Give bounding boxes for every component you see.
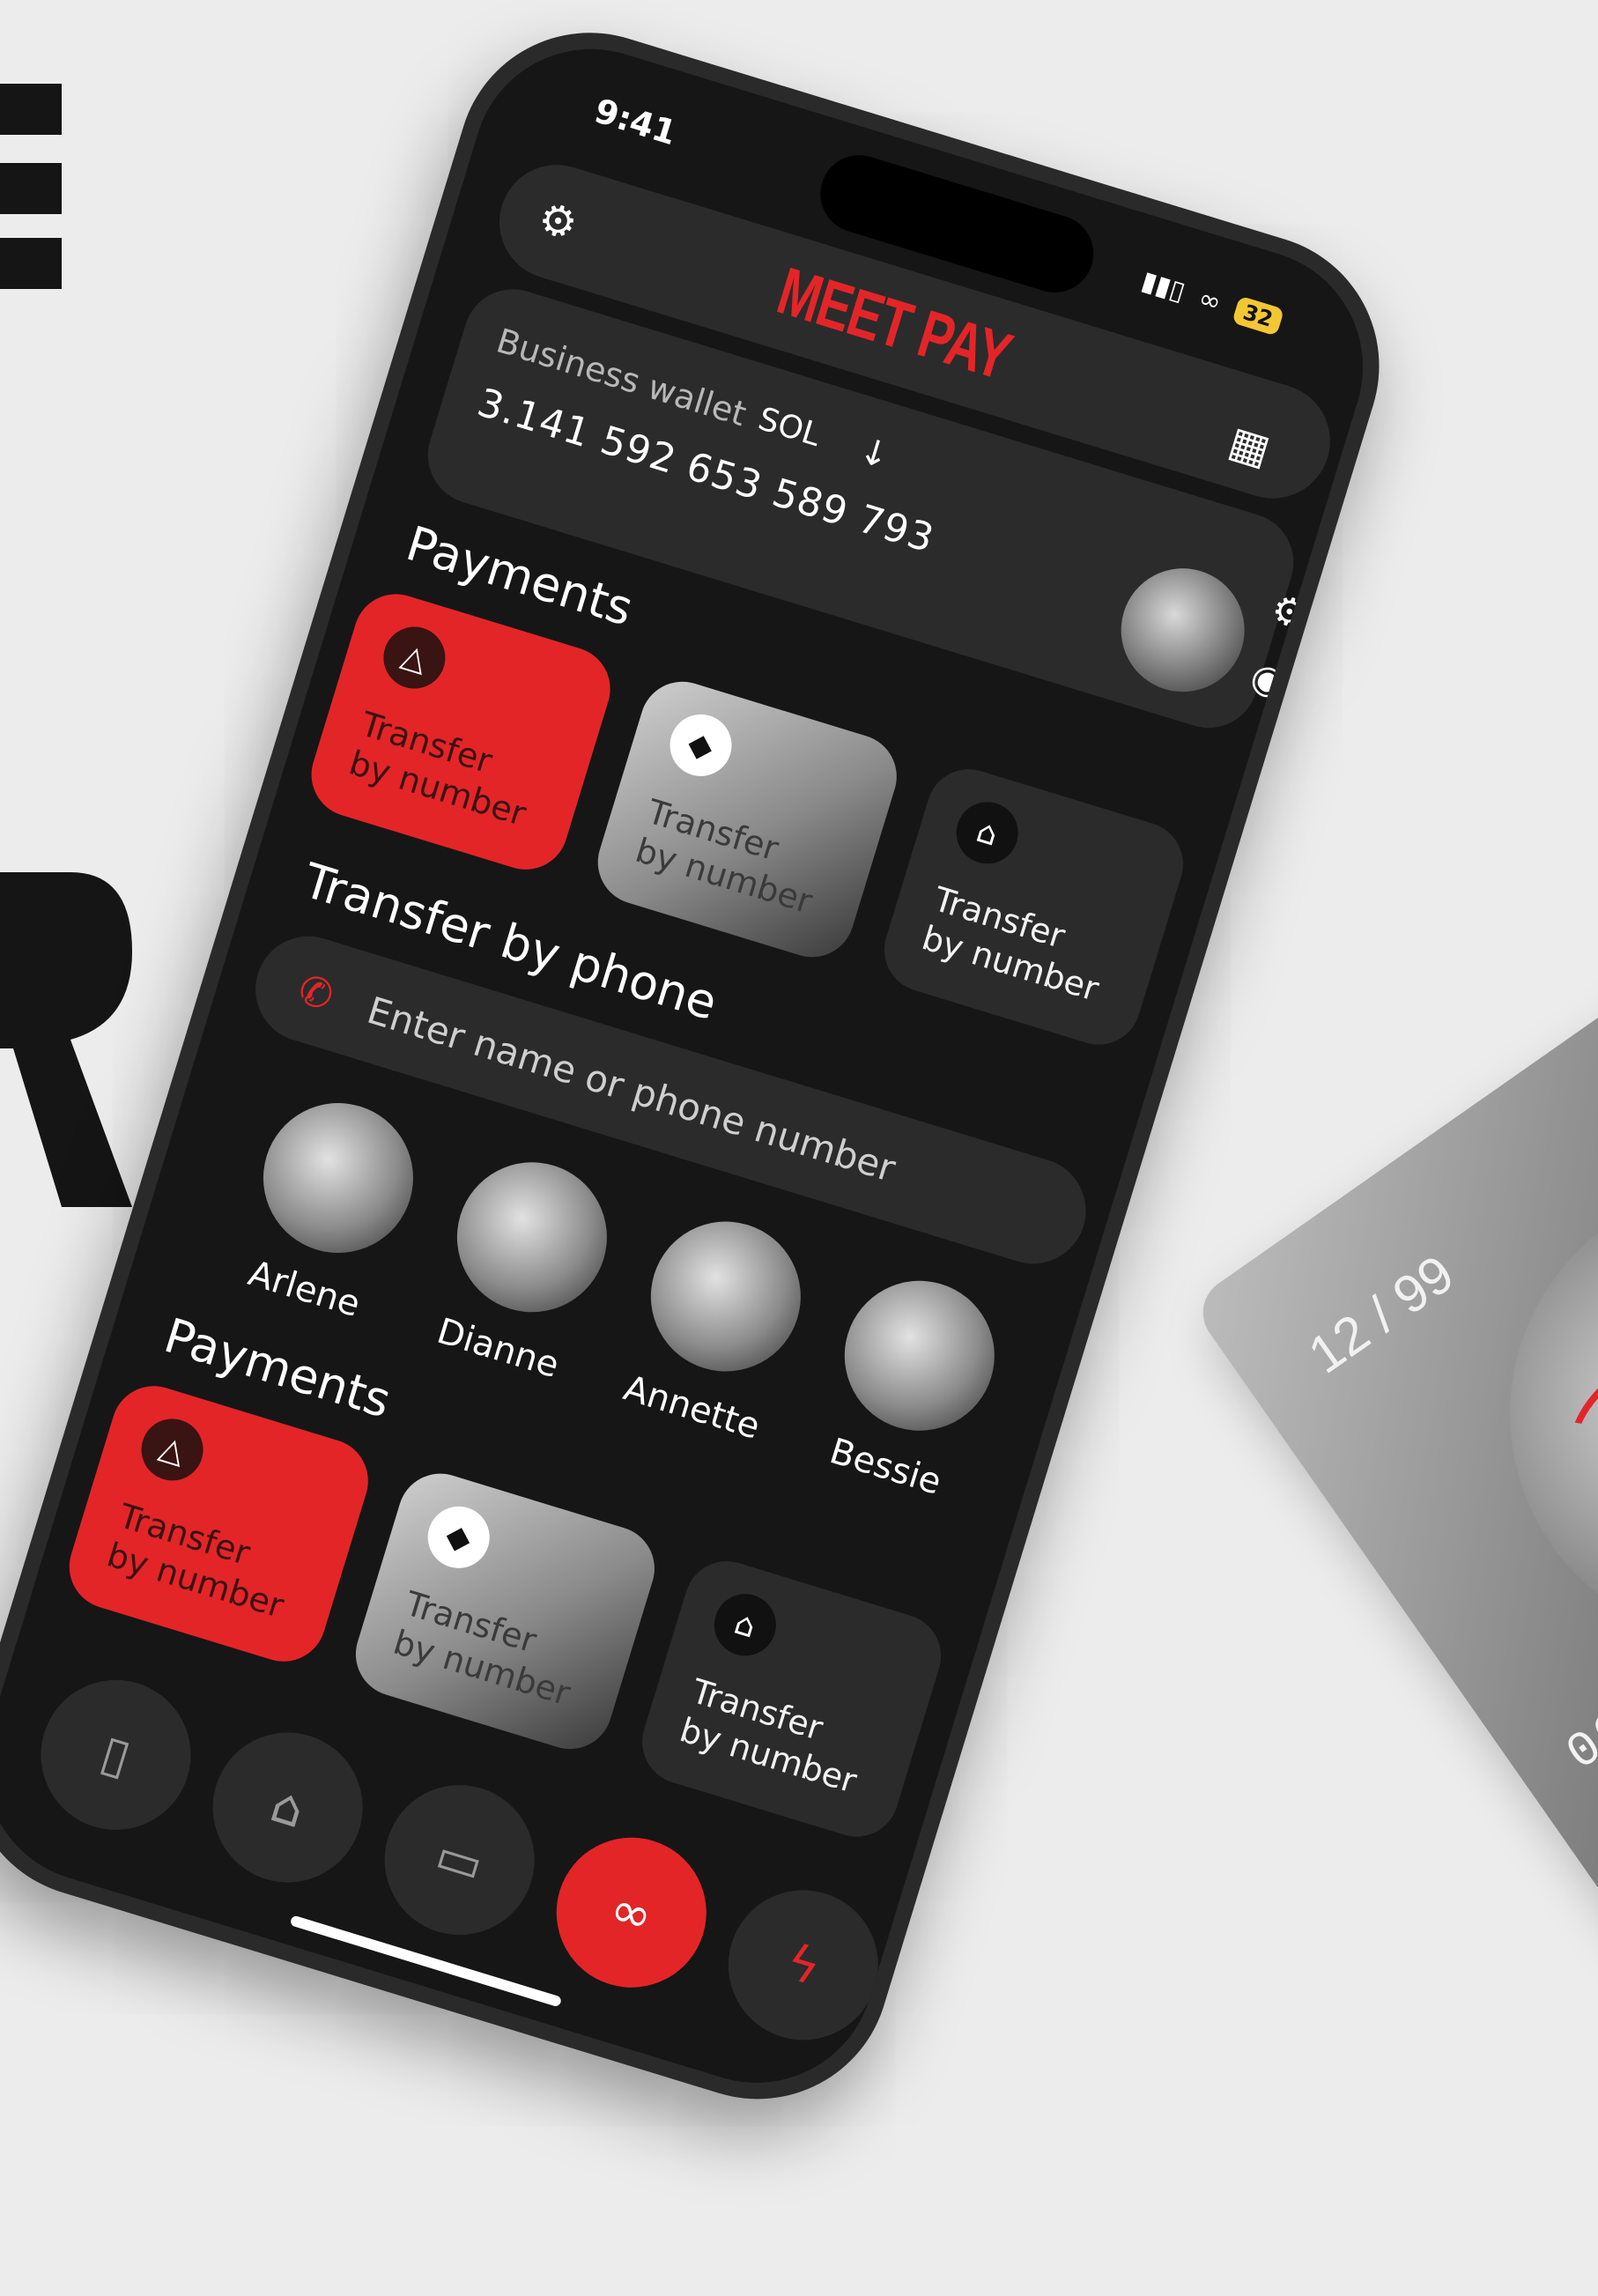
triangle-icon: △ — [133, 1411, 211, 1489]
contact-name: Bessie — [825, 1431, 946, 1503]
battery-icon: 32 — [1231, 294, 1285, 337]
circle-icon: ○ — [993, 1673, 1070, 1752]
bag-icon: ⌂ — [948, 794, 1026, 872]
nav-brand-icon[interactable]: ϟ — [709, 1871, 897, 2059]
payment-label-line1: Tr — [973, 1759, 1014, 1805]
avatar[interactable] — [1106, 552, 1261, 707]
background-letter-bar — [0, 163, 62, 214]
payment-label-line1: Tr — [1216, 967, 1255, 1013]
eye-icon[interactable]: ◉ — [1246, 653, 1291, 706]
payment-transfer-partial[interactable]: ○ Tr by — [1160, 846, 1393, 1143]
signal-icon: ▮▮▯ — [1137, 265, 1189, 308]
contact-item[interactable]: Arlene — [226, 1084, 433, 1330]
payment-transfer-dark[interactable]: ⌂ Transfer by number — [632, 1551, 952, 1848]
status-icons: ▮▮▯ ∞ 32 — [1138, 265, 1285, 337]
contact-item[interactable]: Dianne — [420, 1144, 626, 1389]
phone-screen: 9:41 ▮▮▯ ∞ 32 ⚙ MEET PAY ▦ Business wall… — [0, 19, 1393, 2113]
card-number: 0000 00 0000 0 — [1556, 1603, 1598, 1833]
phone-icon: ✆ — [292, 964, 340, 1020]
ethereum-icon: ◆ — [662, 707, 740, 784]
wallet-settings-icon[interactable]: ⚙ — [1266, 586, 1313, 639]
background-letter-bar — [0, 84, 62, 135]
circle-icon: ○ — [1235, 882, 1313, 959]
contact-avatar — [244, 1084, 433, 1272]
nav-home-icon[interactable]: ⌂ — [194, 1714, 381, 1901]
card-photo — [1420, 1094, 1598, 1733]
nav-wallet-icon[interactable]: ▭ — [366, 1766, 553, 1954]
payment-label-line2: by — [961, 1797, 1013, 1848]
payment-transfer-photo[interactable]: ◆ Transfer by number — [587, 670, 907, 968]
phone-frame: 9:41 ▮▮▯ ∞ 32 ⚙ MEET PAY ▦ Business wall… — [0, 0, 1412, 2132]
contact-name: Arlene — [243, 1253, 366, 1326]
payment-transfer-dark[interactable]: ⌂ Transfer by number — [873, 759, 1194, 1055]
payment-card: 12 / 99 0000 00 0000 0 — [1189, 920, 1598, 2142]
background-letter-bar — [0, 238, 62, 289]
contact-name: Dianne — [432, 1310, 564, 1387]
status-time: 9:41 — [589, 91, 682, 153]
ethereum-icon: ◆ — [420, 1499, 498, 1576]
contact-avatar — [825, 1262, 1013, 1449]
payment-label-line2: by — [1203, 1005, 1255, 1055]
triangle-icon: △ — [375, 618, 454, 697]
payment-transfer-partial[interactable]: ○ Tr by — [918, 1638, 1239, 1935]
arrow-down-icon[interactable]: ↓ — [854, 430, 895, 478]
payment-transfer-red[interactable]: △ Transfer by number — [58, 1375, 379, 1672]
contact-item[interactable]: Annette — [614, 1203, 819, 1448]
card-number-line1: 0000 00 — [1556, 1603, 1598, 1783]
background-letter-shape — [0, 872, 132, 1207]
wallet-currency[interactable]: SOL — [754, 401, 825, 454]
payment-transfer-photo[interactable]: ◆ Transfer by number — [344, 1463, 665, 1760]
payment-transfer-red[interactable]: △ Transfer by number — [300, 583, 621, 880]
settings-icon[interactable]: ⚙ — [529, 192, 587, 250]
link-icon: ∞ — [1195, 282, 1225, 319]
contact-item[interactable]: Bessie — [808, 1262, 1013, 1508]
contact-name: Annette — [618, 1367, 765, 1448]
contact-avatar — [632, 1203, 819, 1390]
bag-icon: ⌂ — [707, 1586, 784, 1663]
contact-avatar — [438, 1144, 626, 1331]
nav-phone-transfer-icon[interactable]: ▯ — [22, 1661, 210, 1848]
card-count: 12 / 99 — [1298, 1243, 1465, 1385]
nav-link-icon[interactable]: ∞ — [537, 1818, 725, 2006]
